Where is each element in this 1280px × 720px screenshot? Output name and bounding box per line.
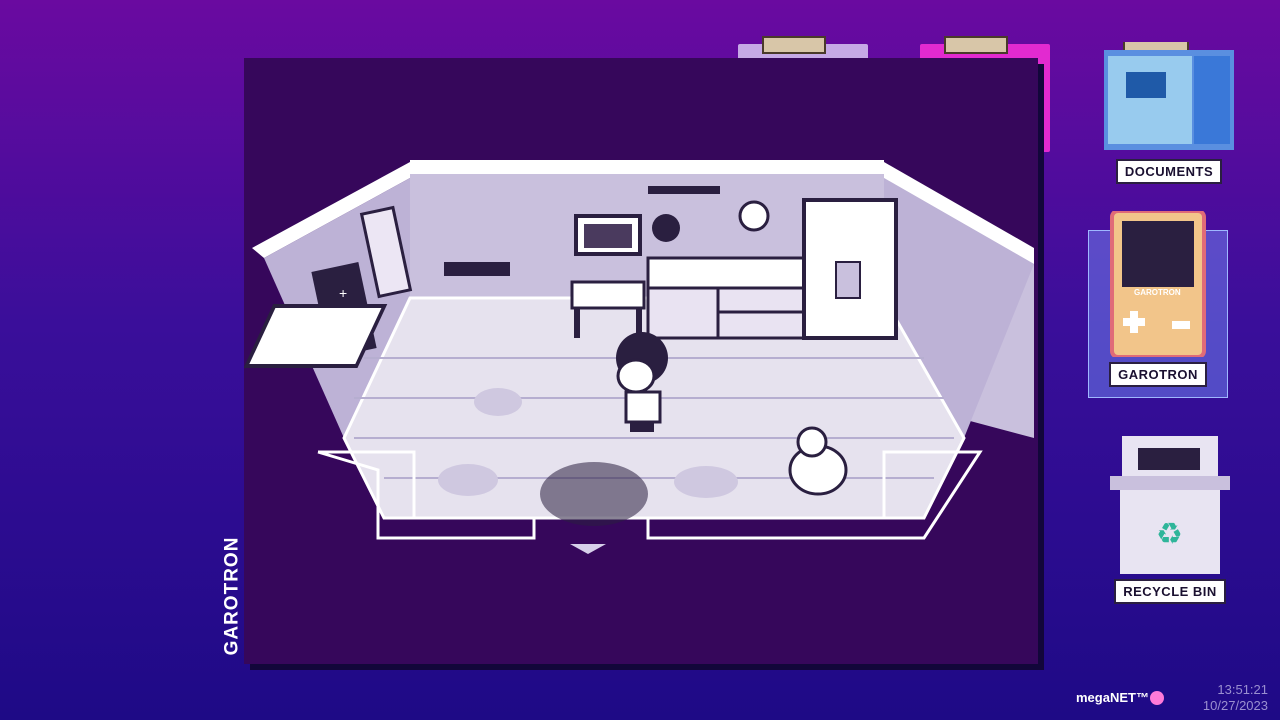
documents-label: DOCUMENTS xyxy=(1115,159,1223,184)
room-back-wall-top xyxy=(410,160,884,174)
window-tab-decoration xyxy=(944,36,1008,54)
handheld-console-icon: GAROTRON xyxy=(1110,209,1206,359)
wall-clock xyxy=(738,200,770,232)
garotron-side-label: GAROTRON xyxy=(212,536,252,656)
dust-pile xyxy=(474,388,522,416)
utensil-rack xyxy=(648,186,720,194)
desktop-icon-garotron[interactable]: GAROTRON GAROTRON xyxy=(1088,209,1228,398)
dust-pile xyxy=(674,466,738,498)
dust-pile xyxy=(438,464,498,496)
poster-text-1: + xyxy=(339,285,347,301)
doorway-shadow xyxy=(540,462,648,526)
recycle-bin-icon: ♻ xyxy=(1110,436,1230,574)
recycle-bin-label: RECYCLE BIN xyxy=(1114,579,1226,604)
clock-date: 10/27/2023 xyxy=(1202,698,1268,713)
game-window[interactable]: + por favor xyxy=(243,58,1038,664)
wall-tv xyxy=(574,214,642,256)
clock-time: 13:51:21 xyxy=(1217,682,1268,697)
refrigerator xyxy=(802,198,898,340)
desktop-icon-recycle-bin[interactable]: ♻ RECYCLE BIN xyxy=(1108,436,1232,604)
handheld-brand-text: GAROTRON xyxy=(1134,288,1181,297)
folder-icon xyxy=(1104,35,1234,150)
recycle-symbol-icon: ♻ xyxy=(1156,517,1183,552)
kitchen-counter xyxy=(646,256,806,340)
frying-pan xyxy=(652,214,680,242)
window-tab-decoration xyxy=(762,36,826,54)
system-tray: megaNET™ 13:51:21 10/27/2023 xyxy=(1000,678,1280,720)
desktop-icon-documents[interactable]: DOCUMENTS xyxy=(1104,35,1234,184)
exit-down-arrow-icon[interactable] xyxy=(570,544,606,554)
garotron-label: GAROTRON xyxy=(1109,362,1207,387)
game-scene[interactable]: + por favor xyxy=(243,58,1038,664)
meganet-brand[interactable]: megaNET™ xyxy=(1076,690,1149,705)
clock[interactable]: 13:51:21 10/27/2023 xyxy=(1203,682,1268,714)
status-indicator-icon xyxy=(1150,691,1164,705)
garotron-side-label-text: GAROTRON xyxy=(221,536,243,656)
